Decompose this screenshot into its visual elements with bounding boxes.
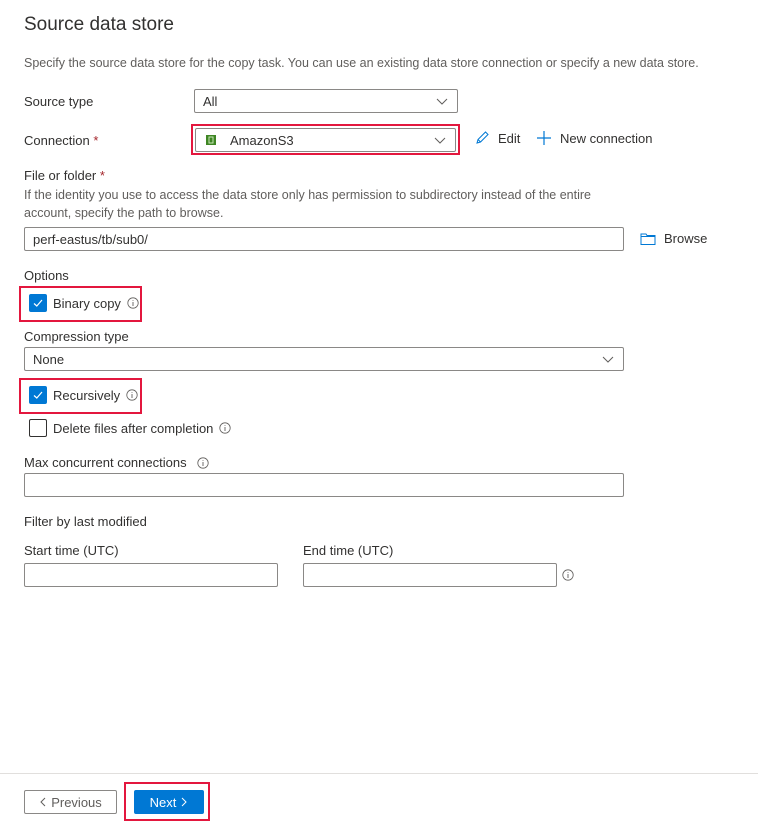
connection-label-text: Connection	[24, 133, 90, 148]
recursively-checkbox[interactable]: Recursively	[29, 386, 138, 404]
chevron-left-icon	[40, 797, 46, 807]
compression-type-value: None	[33, 351, 65, 367]
browse-button[interactable]: Browse	[640, 231, 707, 246]
required-mark: *	[93, 133, 99, 148]
end-time-label: End time (UTC)	[303, 543, 394, 558]
compression-type-dropdown[interactable]: None	[24, 347, 624, 371]
max-concurrent-label: Max concurrent connections	[24, 455, 209, 470]
connection-label: Connection *	[24, 133, 98, 148]
edit-connection-button[interactable]: Edit	[474, 130, 520, 146]
page-description: Specify the source data store for the co…	[24, 56, 699, 70]
binary-copy-label: Binary copy	[53, 295, 121, 311]
page-title: Source data store	[24, 14, 174, 35]
start-time-input[interactable]	[24, 563, 278, 587]
checkmark-icon	[33, 299, 43, 307]
delete-files-label: Delete files after completion	[53, 420, 214, 436]
source-type-dropdown[interactable]: All	[194, 89, 458, 113]
info-icon[interactable]	[126, 389, 138, 401]
checkbox-box[interactable]	[29, 419, 47, 437]
recursively-label: Recursively	[53, 387, 121, 403]
new-connection-button[interactable]: New connection	[536, 130, 653, 146]
next-button[interactable]: Next	[134, 790, 204, 814]
folder-icon	[640, 233, 656, 245]
file-path-input[interactable]: perf-eastus/tb/sub0/	[24, 227, 624, 251]
help-line-1: If the identity you use to access the da…	[24, 188, 591, 202]
start-time-label: Start time (UTC)	[24, 543, 119, 558]
pencil-icon	[476, 131, 489, 144]
footer-divider	[0, 773, 758, 774]
edit-label: Edit	[498, 130, 521, 146]
new-connection-label: New connection	[560, 130, 653, 146]
max-concurrent-label-text: Max concurrent connections	[24, 455, 187, 470]
binary-copy-checkbox[interactable]: Binary copy	[29, 294, 139, 312]
plus-icon	[537, 131, 551, 145]
connection-dropdown[interactable]: AmazonS3	[195, 128, 456, 152]
compression-type-label: Compression type	[24, 329, 129, 344]
connection-value: AmazonS3	[230, 132, 294, 148]
help-line-2: account, specify the path to browse.	[24, 206, 224, 220]
file-or-folder-label: File or folder *	[24, 168, 105, 183]
options-label: Options	[24, 268, 69, 283]
file-or-folder-label-text: File or folder	[24, 168, 97, 183]
info-icon[interactable]	[562, 569, 574, 581]
checkbox-box[interactable]	[29, 386, 47, 404]
required-mark: *	[99, 168, 105, 183]
chevron-down-icon	[434, 137, 446, 144]
file-path-value: perf-eastus/tb/sub0/	[33, 231, 148, 247]
info-icon[interactable]	[219, 422, 232, 434]
chevron-right-icon	[182, 797, 188, 807]
previous-label: Previous	[51, 794, 102, 810]
checkbox-box[interactable]	[29, 294, 47, 312]
previous-button[interactable]: Previous	[24, 790, 117, 814]
max-concurrent-input[interactable]	[24, 473, 624, 497]
delete-files-checkbox[interactable]: Delete files after completion	[29, 419, 232, 437]
browse-label: Browse	[664, 231, 708, 246]
chevron-down-icon	[436, 98, 448, 105]
amazon-s3-icon	[206, 135, 216, 145]
info-icon[interactable]	[196, 456, 209, 469]
end-time-input[interactable]	[303, 563, 557, 587]
source-type-label: Source type	[24, 94, 94, 109]
next-label: Next	[149, 794, 177, 810]
source-type-value: All	[203, 93, 218, 109]
filter-label: Filter by last modified	[24, 514, 147, 529]
file-or-folder-help: If the identity you use to access the da…	[24, 186, 591, 222]
info-icon[interactable]	[127, 297, 139, 309]
chevron-down-icon	[602, 356, 614, 363]
checkmark-icon	[33, 391, 43, 399]
